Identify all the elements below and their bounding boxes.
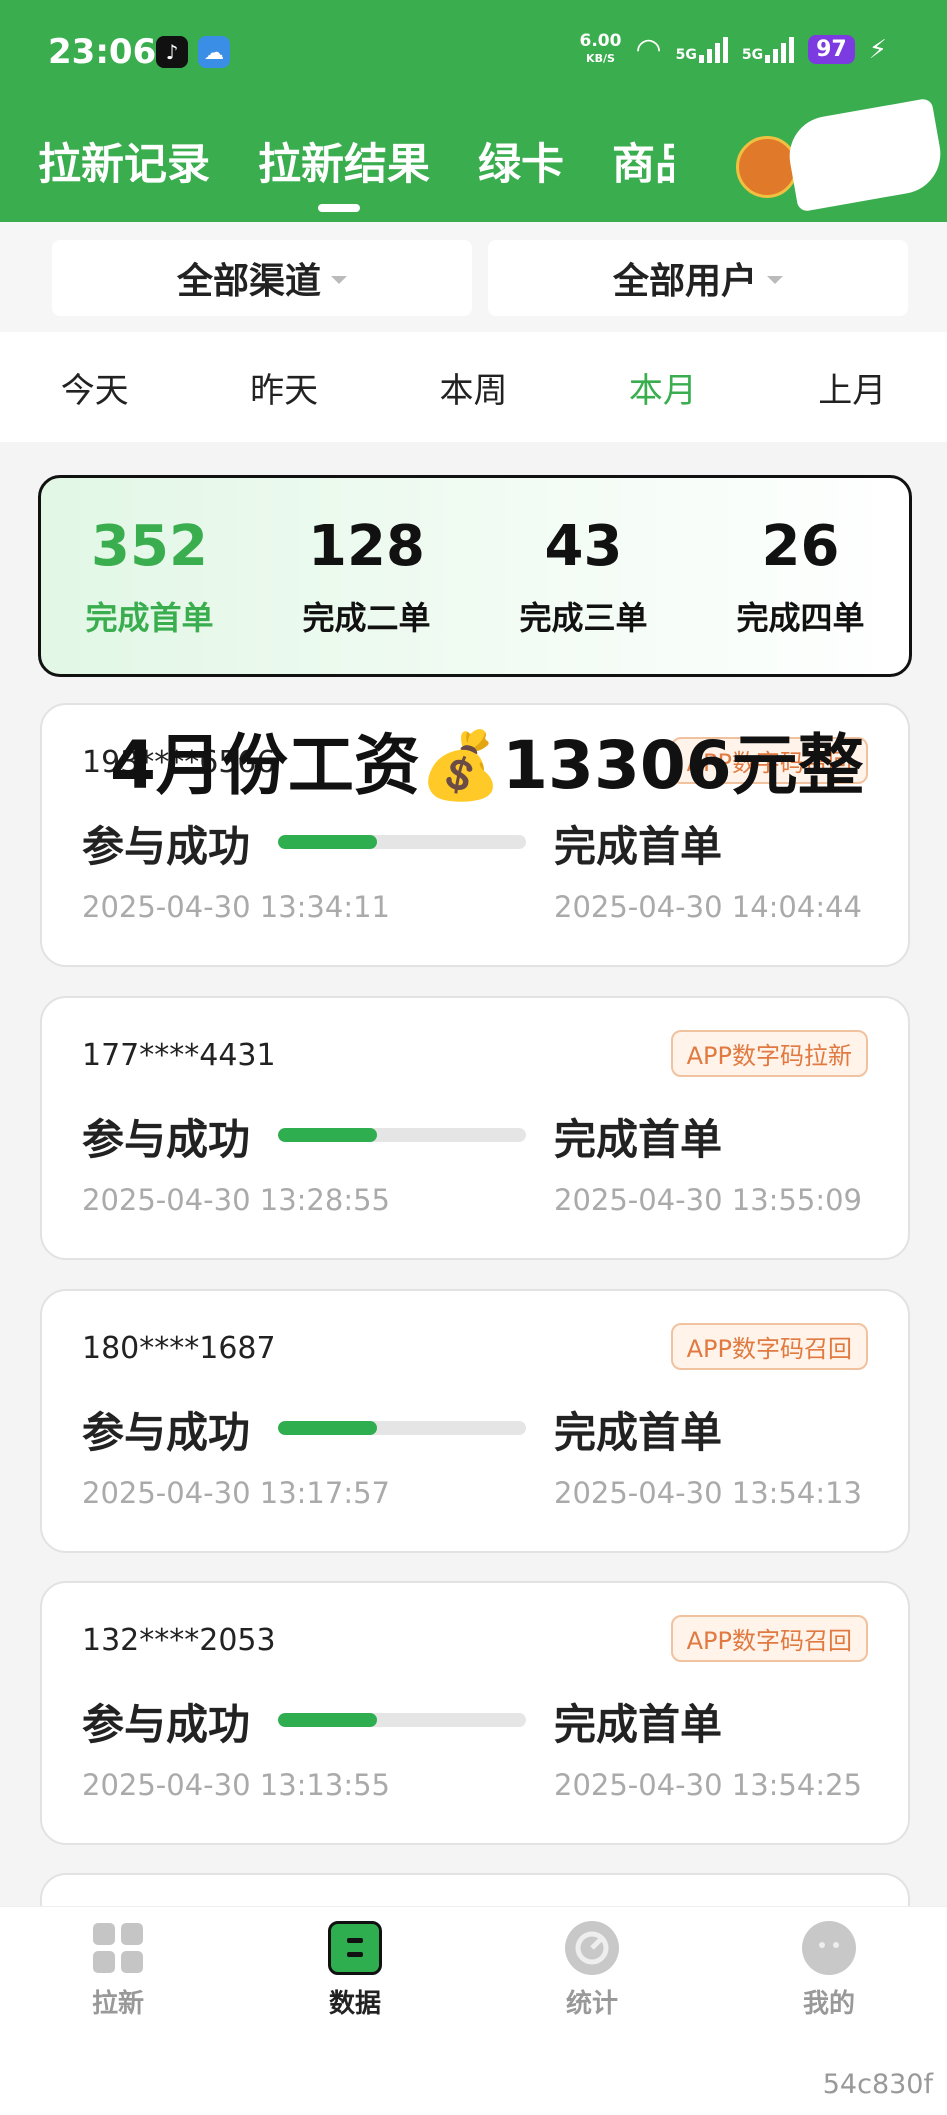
channel-dropdown[interactable]: 全部渠道 <box>52 240 472 316</box>
status-icons: 6.00 KB/S ◠ 5G 5G 97 ⚡ <box>580 32 888 67</box>
record-status-joined: 参与成功 <box>82 822 251 871</box>
tab-green-card[interactable]: 绿卡 <box>478 130 564 192</box>
battery-indicator: 97 <box>808 35 855 64</box>
record-time-joined: 2025-04-30 13:34:11 <box>82 890 390 924</box>
record-status-completed: 完成首单 <box>554 1700 723 1749</box>
record-time-joined: 2025-04-30 13:28:55 <box>82 1183 390 1217</box>
record-progress-bar <box>278 1713 526 1727</box>
tab-lx-records[interactable]: 拉新记录 <box>38 130 210 192</box>
tab-lx-results[interactable]: 拉新结果 <box>258 130 430 192</box>
record-time-completed: 2025-04-30 13:54:25 <box>554 1768 862 1802</box>
stat-label: 完成四单 <box>736 598 865 637</box>
signal-icon: 5G <box>742 36 795 63</box>
record-card[interactable]: 132****2053 APP数字码召回 参与成功 完成首单 2025-04-3… <box>40 1581 910 1845</box>
avatar[interactable] <box>736 136 798 198</box>
record-status-completed: 完成首单 <box>554 822 723 871</box>
status-time: 23:06 <box>48 32 157 72</box>
stat-label: 完成首单 <box>85 598 214 637</box>
record-card[interactable]: 177****4431 APP数字码拉新 参与成功 完成首单 2025-04-3… <box>40 996 910 1260</box>
record-phone: 177****4431 <box>82 1038 276 1073</box>
grid-icon <box>91 1921 145 1975</box>
record-status-joined: 参与成功 <box>82 1700 251 1749</box>
stat-label: 完成三单 <box>519 598 648 637</box>
progress-fill <box>278 1713 378 1727</box>
nav-label: 我的 <box>802 1989 855 2019</box>
period-last-month[interactable]: 上月 <box>777 363 927 412</box>
nav-item-lx[interactable]: 拉新 <box>38 1921 198 2020</box>
bottom-nav: 拉新 数据 统计 我的 <box>0 1906 947 2115</box>
data-icon <box>328 1921 382 1975</box>
top-tabs: 拉新记录 拉新结果 绿卡 商品 <box>38 130 674 192</box>
redacted-area <box>783 97 947 213</box>
record-phone: 132****2053 <box>82 1623 276 1658</box>
progress-fill <box>278 835 378 849</box>
app-header: 23:06 ♪ ☁ 6.00 KB/S ◠ 5G 5G 97 ⚡ 拉新记录 拉新结… <box>0 0 947 222</box>
record-time-completed: 2025-04-30 13:55:09 <box>554 1183 862 1217</box>
nav-label: 统计 <box>565 1989 618 2019</box>
progress-fill <box>278 1421 378 1435</box>
record-phone: 180****1687 <box>82 1331 276 1366</box>
record-progress-bar <box>278 1128 526 1142</box>
charging-icon: ⚡ <box>868 34 887 65</box>
tiktok-icon: ♪ <box>156 36 188 68</box>
stat-value: 43 <box>544 513 623 579</box>
period-today[interactable]: 今天 <box>20 363 170 412</box>
tab-products[interactable]: 商品 <box>612 130 674 192</box>
record-status-joined: 参与成功 <box>82 1408 251 1457</box>
signal-icon: 5G <box>676 36 728 63</box>
weather-icon: ☁ <box>198 36 230 68</box>
salary-overlay-text: 4月份工资💰13306元整 <box>110 727 864 804</box>
nav-item-data[interactable]: 数据 <box>275 1921 435 2020</box>
chevron-down-icon <box>331 276 347 284</box>
record-tag: APP数字码拉新 <box>670 1030 868 1077</box>
tab-indicator <box>318 204 360 212</box>
record-tag: APP数字码召回 <box>670 1323 868 1370</box>
nav-item-stats[interactable]: 统计 <box>512 1921 672 2020</box>
channel-dropdown-label: 全部渠道 <box>176 261 321 302</box>
period-selector: 今天 昨天 本周 本月 上月 <box>0 332 947 442</box>
record-tag: APP数字码召回 <box>670 1615 868 1662</box>
chart-icon <box>565 1921 619 1975</box>
summary-card: 352 完成首单 128 完成二单 43 完成三单 26 完成四单 <box>38 475 912 677</box>
record-time-joined: 2025-04-30 13:13:55 <box>82 1768 390 1802</box>
profile-icon <box>802 1921 856 1975</box>
stat-value: 352 <box>91 513 208 579</box>
record-time-joined: 2025-04-30 13:17:57 <box>82 1476 390 1510</box>
record-status-completed: 完成首单 <box>554 1115 723 1164</box>
stat-third-order: 43 完成三单 <box>484 514 684 639</box>
network-speed: 6.00 KB/S <box>579 30 622 65</box>
record-card[interactable]: 180****1687 APP数字码召回 参与成功 完成首单 2025-04-3… <box>40 1289 910 1553</box>
user-dropdown-label: 全部用户 <box>612 261 757 302</box>
nav-item-mine[interactable]: 我的 <box>749 1921 909 2020</box>
filter-bar: 全部渠道 全部用户 <box>0 222 947 332</box>
period-this-week[interactable]: 本周 <box>398 363 548 412</box>
chevron-down-icon <box>767 276 783 284</box>
stat-label: 完成二单 <box>302 598 431 637</box>
period-this-month[interactable]: 本月 <box>588 363 738 412</box>
nav-label: 拉新 <box>91 1989 144 2019</box>
record-status-completed: 完成首单 <box>554 1408 723 1457</box>
progress-fill <box>278 1128 378 1142</box>
record-time-completed: 2025-04-30 14:04:44 <box>554 890 862 924</box>
watermark: 54c830f <box>822 2069 933 2100</box>
stat-value: 26 <box>761 513 840 579</box>
stat-second-order: 128 完成二单 <box>267 514 467 639</box>
stat-fourth-order: 26 完成四单 <box>701 514 901 639</box>
wifi-icon: ◠ <box>635 32 662 67</box>
period-yesterday[interactable]: 昨天 <box>209 363 359 412</box>
user-dropdown[interactable]: 全部用户 <box>488 240 908 316</box>
stat-first-order: 352 完成首单 <box>50 514 250 639</box>
record-status-joined: 参与成功 <box>82 1115 251 1164</box>
record-progress-bar <box>278 1421 526 1435</box>
record-progress-bar <box>278 835 526 849</box>
nav-label: 数据 <box>328 1989 381 2019</box>
stat-value: 128 <box>308 513 425 579</box>
record-time-completed: 2025-04-30 13:54:13 <box>554 1476 862 1510</box>
